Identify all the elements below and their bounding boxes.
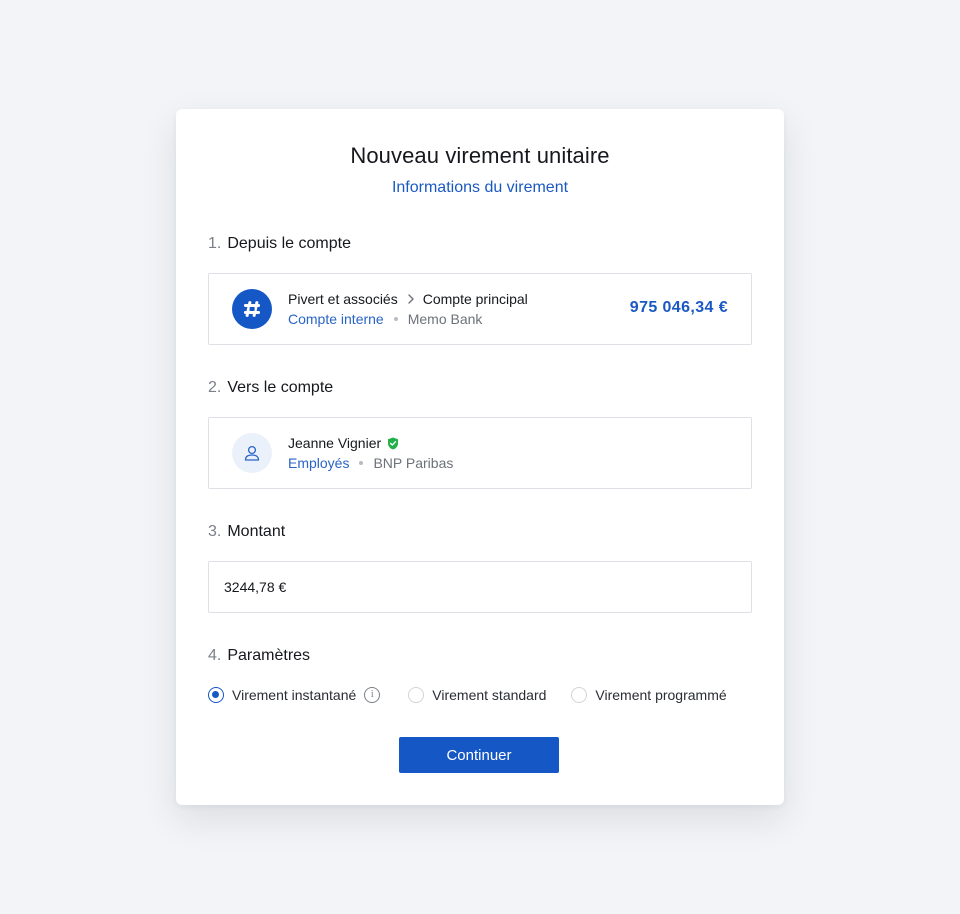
radio-button[interactable] [571,687,588,703]
beneficiary-name: Jeanne Vignier [288,435,382,451]
radio-button[interactable] [408,687,425,703]
chevron-right-icon [407,294,415,304]
amount-input[interactable] [208,561,752,613]
transfer-type-radio-group: Virement instantané i Virement standard … [208,685,752,705]
radio-label: Virement programmé [595,687,727,703]
section-params-heading: 4. Paramètres [208,647,310,665]
account-holder: Pivert et associés [288,291,398,307]
section-label: Paramètres [227,647,311,664]
verified-shield-icon [387,437,399,450]
section-number: 3. [208,523,222,540]
section-from-heading: 1. Depuis le compte [208,235,351,253]
section-amount-heading: 3. Montant [208,523,285,541]
to-account-name-row: Jeanne Vignier [288,435,399,451]
account-balance: 975 046,34 € [629,299,728,316]
section-number: 4. [208,647,222,664]
to-account-card[interactable]: Jeanne Vignier Employés BNP Paribas [208,417,752,489]
radio-instant-transfer[interactable]: Virement instantané i [208,687,381,703]
radio-button-checked[interactable] [208,687,224,703]
from-account-meta: Compte interne Memo Bank [288,311,482,327]
user-icon [232,433,272,473]
section-label: Depuis le compte [227,235,351,252]
dialog-title: Nouveau virement unitaire [350,143,610,168]
section-label: Montant [227,523,286,540]
from-account-path: Pivert et associés Compte principal [288,291,528,307]
to-account-meta: Employés BNP Paribas [288,455,453,471]
radio-scheduled-transfer[interactable]: Virement programmé [571,687,727,703]
section-label: Vers le compte [227,379,334,396]
section-number: 1. [208,235,222,252]
brand-logo-icon [232,289,272,329]
separator-dot [359,461,364,465]
account-bank: Memo Bank [407,311,483,327]
radio-label: Virement instantané [232,687,357,703]
account-name: Compte principal [422,291,528,307]
account-type: Compte interne [288,311,384,327]
dialog-subtitle: Informations du virement [391,179,569,196]
beneficiary-group: Employés [288,455,350,471]
info-icon[interactable]: i [364,687,381,703]
from-account-card[interactable]: Pivert et associés Compte principal Comp… [208,273,752,345]
section-number: 2. [208,379,222,396]
beneficiary-bank: BNP Paribas [373,455,454,471]
transfer-dialog: Nouveau virement unitaire Informations d… [176,109,784,805]
continue-button[interactable]: Continuer [399,737,559,773]
radio-label: Virement standard [432,687,547,703]
radio-standard-transfer[interactable]: Virement standard [408,687,546,703]
separator-dot [393,317,398,321]
section-to-heading: 2. Vers le compte [208,379,333,397]
